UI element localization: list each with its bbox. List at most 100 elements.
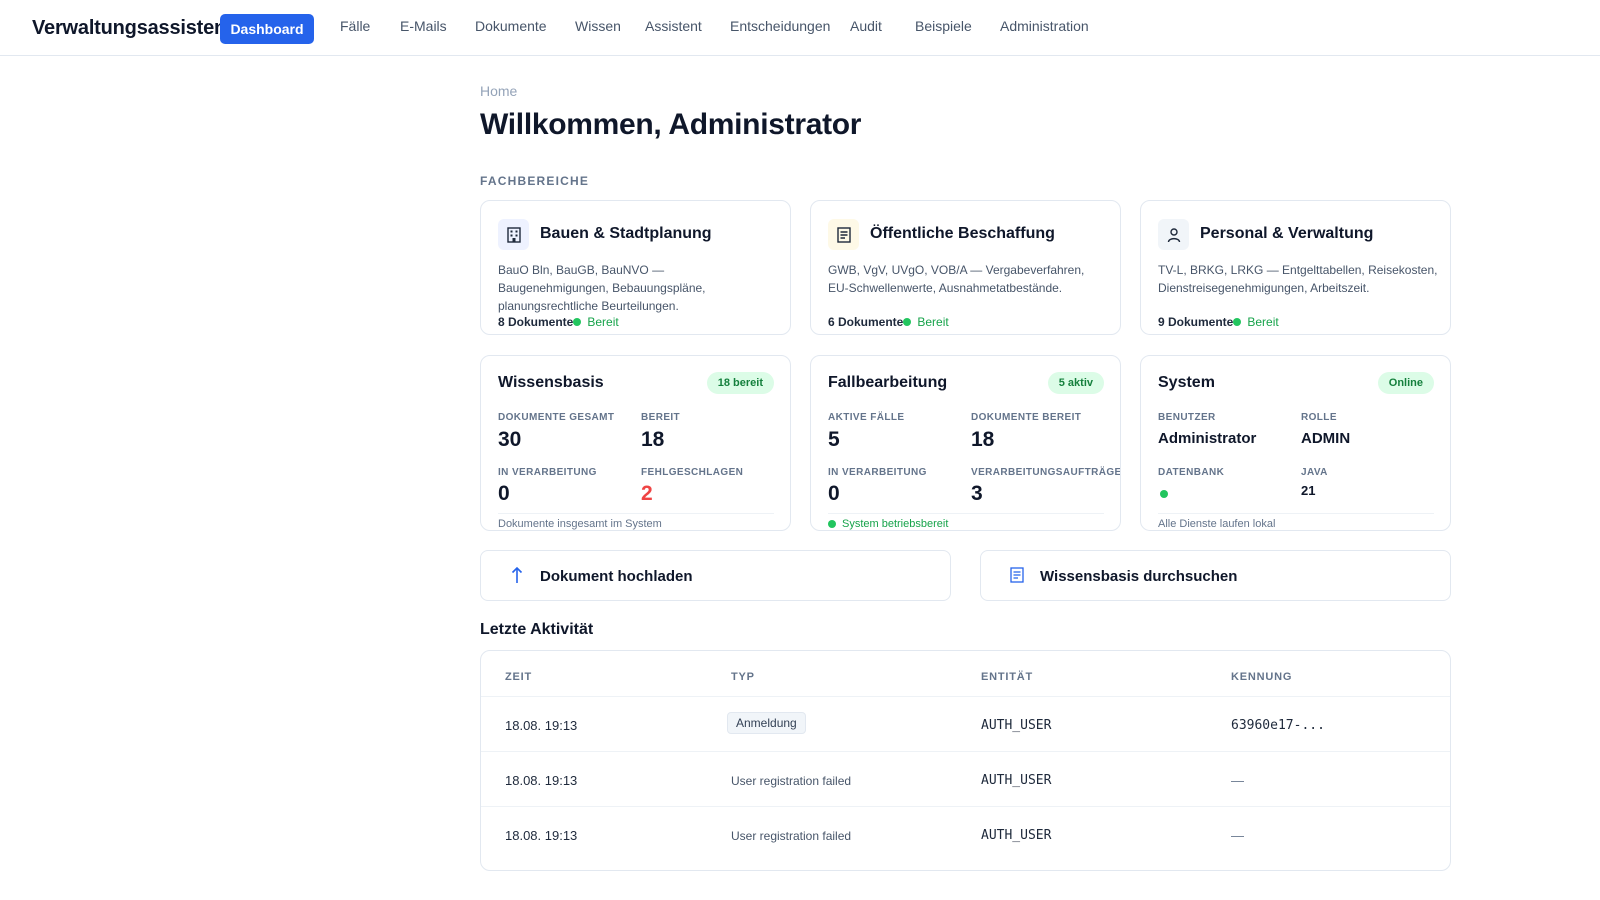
top-navigation: Verwaltungsassistent Dashboard Fälle E-M… bbox=[0, 0, 1600, 56]
stat-card-system: System Online BENUTZER Administrator ROL… bbox=[1140, 355, 1451, 531]
area-title: Öffentliche Beschaffung bbox=[870, 225, 1055, 242]
table-row[interactable]: 18.08. 19:13 User registration failed AU… bbox=[481, 806, 1450, 861]
cell-id: — bbox=[1231, 828, 1244, 843]
status-dot-icon bbox=[828, 520, 836, 528]
column-header-zeit: ZEIT bbox=[505, 671, 533, 683]
status-dot-icon bbox=[573, 318, 582, 326]
stat-card-title: Wissensbasis bbox=[498, 374, 604, 391]
stat-note: Dokumente insgesamt im System bbox=[498, 518, 662, 530]
stat-label: IN VERARBEITUNG bbox=[828, 467, 927, 478]
area-status: Bereit bbox=[1247, 315, 1279, 329]
stat-label: DOKUMENTE GESAMT bbox=[498, 412, 615, 423]
nav-item-entscheidungen[interactable]: Entscheidungen bbox=[730, 18, 830, 34]
stat-note: System betriebsbereit bbox=[828, 518, 948, 530]
stat-label: BENUTZER bbox=[1158, 412, 1216, 423]
stat-value: 5 bbox=[828, 428, 840, 451]
area-status: Bereit bbox=[917, 315, 949, 329]
column-header-typ: TYP bbox=[731, 671, 755, 683]
stat-label: ROLLE bbox=[1301, 412, 1337, 423]
breadcrumb[interactable]: Home bbox=[480, 83, 517, 99]
area-description: GWB, VgV, UVgO, VOB/A — Vergabeverfahren… bbox=[828, 263, 1085, 295]
cell-entity: AUTH_USER bbox=[981, 828, 1052, 843]
nav-item-assistent[interactable]: Assistent bbox=[645, 18, 702, 34]
nav-item-beispiele[interactable]: Beispiele bbox=[915, 18, 972, 34]
stat-card-title: System bbox=[1158, 374, 1215, 391]
column-header-entitaet: ENTITÄT bbox=[981, 671, 1034, 683]
status-badge: 5 aktiv bbox=[1047, 372, 1104, 394]
section-label-fachbereiche: FACHBEREICHE bbox=[480, 174, 590, 188]
area-doc-count: 6 Dokumente bbox=[828, 315, 904, 329]
stat-value-failed: 2 bbox=[641, 482, 653, 505]
nav-item-faelle[interactable]: Fälle bbox=[340, 18, 370, 34]
upload-arrow-icon bbox=[507, 565, 527, 585]
stat-card-title: Fallbearbeitung bbox=[828, 374, 948, 391]
stat-note-text: System betriebsbereit bbox=[842, 518, 949, 530]
nav-item-dashboard[interactable]: Dashboard bbox=[220, 14, 314, 44]
stat-value: Administrator bbox=[1158, 430, 1257, 447]
area-doc-count: 8 Dokumente bbox=[498, 315, 574, 329]
stat-label: AKTIVE FÄLLE bbox=[828, 412, 905, 423]
area-card-beschaffung[interactable]: Öffentliche Beschaffung GWB, VgV, UVgO, … bbox=[810, 200, 1121, 335]
stat-card-fallbearbeitung: Fallbearbeitung 5 aktiv AKTIVE FÄLLE 5 D… bbox=[810, 355, 1121, 531]
database-status-dot-icon bbox=[1160, 490, 1168, 498]
nav-item-emails[interactable]: E-Mails bbox=[400, 18, 447, 34]
nav-item-dokumente[interactable]: Dokumente bbox=[475, 18, 547, 34]
stat-card-wissensbasis: Wissensbasis 18 bereit DOKUMENTE GESAMT … bbox=[480, 355, 791, 531]
area-card-personal[interactable]: Personal & Verwaltung TV-L, BRKG, LRKG —… bbox=[1140, 200, 1451, 335]
table-row[interactable]: 18.08. 19:13 Anmeldung AUTH_USER 63960e1… bbox=[481, 696, 1450, 751]
nav-item-audit[interactable]: Audit bbox=[850, 18, 882, 34]
area-description: TV-L, BRKG, LRKG — Entgelttabellen, Reis… bbox=[1158, 263, 1438, 295]
stat-value: ADMIN bbox=[1301, 430, 1351, 447]
cell-type: User registration failed bbox=[731, 829, 852, 843]
cell-type: User registration failed bbox=[731, 774, 852, 788]
procurement-icon bbox=[828, 219, 859, 250]
cell-id: — bbox=[1231, 773, 1244, 788]
divider bbox=[828, 513, 1104, 514]
stat-value: 3 bbox=[971, 482, 983, 505]
column-header-kennung: KENNUNG bbox=[1231, 671, 1293, 683]
upload-document-button[interactable]: Dokument hochladen bbox=[480, 550, 951, 601]
cell-id: 63960e17-... bbox=[1231, 718, 1325, 733]
stat-label: BEREIT bbox=[641, 412, 681, 423]
divider bbox=[498, 513, 774, 514]
area-doc-count: 9 Dokumente bbox=[1158, 315, 1234, 329]
area-footer: 8 Dokumente Bereit bbox=[498, 315, 619, 329]
divider bbox=[1158, 513, 1434, 514]
status-dot-icon bbox=[903, 318, 912, 326]
stat-label: VERARBEITUNGSAUFTRÄGE bbox=[971, 467, 1121, 478]
cell-entity: AUTH_USER bbox=[981, 773, 1052, 788]
stat-value: 30 bbox=[498, 428, 522, 451]
stat-value: 21 bbox=[1301, 483, 1316, 498]
area-status: Bereit bbox=[587, 315, 619, 329]
cell-entity: AUTH_USER bbox=[981, 718, 1052, 733]
stat-value: 18 bbox=[971, 428, 995, 451]
nav-item-wissen[interactable]: Wissen bbox=[575, 18, 621, 34]
type-badge: Anmeldung bbox=[727, 712, 806, 734]
cell-time: 18.08. 19:13 bbox=[505, 718, 578, 733]
search-knowledge-button[interactable]: Wissensbasis durchsuchen bbox=[980, 550, 1451, 601]
activity-table: ZEIT TYP ENTITÄT KENNUNG 18.08. 19:13 An… bbox=[480, 650, 1451, 871]
status-badge: Online bbox=[1377, 372, 1434, 394]
search-icon bbox=[1007, 565, 1027, 585]
stat-label: FEHLGESCHLAGEN bbox=[641, 467, 744, 478]
area-title: Bauen & Stadtplanung bbox=[540, 225, 712, 242]
stat-value: 0 bbox=[498, 482, 510, 505]
stat-label: DOKUMENTE BEREIT bbox=[971, 412, 1082, 423]
building-icon bbox=[498, 219, 529, 250]
action-label: Dokument hochladen bbox=[540, 568, 693, 585]
status-badge: 18 bereit bbox=[706, 372, 774, 394]
table-row[interactable]: 18.08. 19:13 User registration failed AU… bbox=[481, 751, 1450, 806]
app-title[interactable]: Verwaltungsassistent bbox=[32, 17, 233, 40]
area-description: BauO Bln, BauGB, BauNVO — Baugenehmigung… bbox=[498, 263, 706, 313]
stat-label: JAVA bbox=[1301, 467, 1328, 478]
cell-time: 18.08. 19:13 bbox=[505, 828, 578, 843]
area-title: Personal & Verwaltung bbox=[1200, 225, 1374, 242]
stat-value: 0 bbox=[828, 482, 840, 505]
nav-item-administration[interactable]: Administration bbox=[1000, 18, 1089, 34]
area-footer: 9 Dokumente Bereit bbox=[1158, 315, 1279, 329]
action-label: Wissensbasis durchsuchen bbox=[1040, 568, 1238, 585]
stat-value: 18 bbox=[641, 428, 665, 451]
stat-label: DATENBANK bbox=[1158, 467, 1225, 478]
status-dot-icon bbox=[1233, 318, 1242, 326]
area-card-bauen[interactable]: Bauen & Stadtplanung BauO Bln, BauGB, Ba… bbox=[480, 200, 791, 335]
